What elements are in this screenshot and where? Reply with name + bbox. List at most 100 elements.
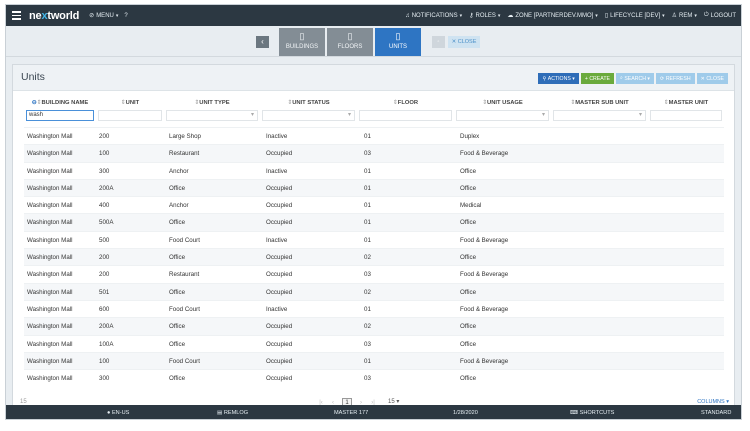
table-cell: 100A xyxy=(99,340,114,348)
table-cell: Washington Mall xyxy=(27,375,73,383)
user-icon: ♙ xyxy=(671,13,678,19)
table-cell: Washington Mall xyxy=(27,167,73,175)
table-cell: 200 xyxy=(99,271,110,279)
tab-units[interactable]: ▯ UNITS xyxy=(375,28,421,56)
hamburger-menu-icon[interactable] xyxy=(6,5,26,26)
column-header-unit-type[interactable]: ⇕UNIT TYPE xyxy=(164,98,260,126)
tab-count-badge[interactable]: ◦ xyxy=(432,36,445,48)
locale-button[interactable]: ● EN-US xyxy=(107,410,129,416)
column-header-master-unit[interactable]: ⇕MASTER UNIT xyxy=(648,98,724,126)
close-tabs-button[interactable]: ✕ CLOSE xyxy=(448,36,480,48)
table-cell: Large Shop xyxy=(169,133,201,140)
table-row[interactable]: Washington Mall 300 Anchor Inactive 01 Office xyxy=(24,161,724,179)
table-row[interactable]: Washington Mall 300 Office Occupied 03 Office xyxy=(24,369,724,386)
column-header-master-sub-unit[interactable]: ⇕MASTER SUB UNIT xyxy=(551,98,648,126)
column-header-building-name[interactable]: ⊖⇕BUILDING NAME wash xyxy=(24,98,96,126)
roles-button[interactable]: ⚷ ROLES ▾ xyxy=(469,12,500,20)
status-bar: ● EN-US ▤ REMLOG MASTER 177 1/28/2020 ⌨ … xyxy=(6,405,741,419)
unit-status-filter-select[interactable] xyxy=(262,110,355,121)
table-cell: Office xyxy=(169,184,186,192)
chevron-down-icon: ▾ xyxy=(645,75,651,82)
building-name-filter-input[interactable]: wash xyxy=(26,110,94,121)
table-cell: Washington Mall xyxy=(27,357,73,365)
table-row[interactable]: Washington Mall 500A Office Occupied 01 Offic… xyxy=(24,213,724,231)
table-row[interactable]: Washington Mall 100A Office Occupied 03 Offic… xyxy=(24,334,724,352)
logout-button[interactable]: ⏻ LOGOUT xyxy=(704,12,736,19)
table-row[interactable]: Washington Mall 100 Food Court Occupied 01 Fo… xyxy=(24,351,724,370)
close-button[interactable]: ✕ CLOSE xyxy=(696,73,728,84)
create-button[interactable]: + CREATE xyxy=(580,73,614,84)
table-cell: 200 xyxy=(99,133,110,140)
table-cell: 03 xyxy=(364,375,371,383)
table-row[interactable]: Washington Mall 400 Anchor Occupied 01 Medica… xyxy=(24,196,724,213)
table-cell: Office xyxy=(460,167,477,175)
column-header-unit-status[interactable]: ⇕UNIT STATUS xyxy=(260,98,357,126)
back-button[interactable]: ‹ xyxy=(256,36,269,48)
master-unit-filter-input[interactable] xyxy=(650,110,722,121)
table-cell: Food Court xyxy=(169,357,200,365)
table-cell: Office xyxy=(460,375,477,383)
table-row[interactable]: Washington Mall 100 Restaurant Occupied 03 Fo… xyxy=(24,144,724,162)
table-cell: Occupied xyxy=(266,184,293,192)
shortcuts-button[interactable]: ⌨ SHORTCUTS xyxy=(570,410,614,416)
table-cell: 200 xyxy=(99,254,110,262)
table-row[interactable]: Washington Mall 200A Office Occupied 01 Offic… xyxy=(24,178,724,197)
chevron-down-icon: ▾ xyxy=(570,75,575,82)
actions-button[interactable]: ⚲ ACTIONS ▾ xyxy=(538,73,579,84)
table-row[interactable]: Washington Mall 500 Food Court Inactive 01 Fo… xyxy=(24,230,724,248)
unit-type-filter-select[interactable] xyxy=(166,110,258,121)
table-cell: Washington Mall xyxy=(27,133,73,140)
document-icon: ▯ xyxy=(395,31,401,41)
table-row[interactable]: Washington Mall 200 Restaurant Occupied 03 Fo… xyxy=(24,265,724,282)
cloud-icon: ☁ xyxy=(507,13,514,19)
table-cell: Office xyxy=(169,219,186,227)
table-row[interactable]: Washington Mall 200 Large Shop Inactive 01 Du… xyxy=(24,127,724,144)
table-cell: 600 xyxy=(99,305,110,313)
tab-buildings[interactable]: ▯ BUILDINGS xyxy=(279,28,325,56)
unit-usage-filter-select[interactable] xyxy=(456,110,549,121)
table-cell: Inactive xyxy=(266,236,288,244)
unit-filter-input[interactable] xyxy=(98,110,162,121)
notifications-button[interactable]: ♫ NOTIFICATIONS ▾ xyxy=(405,13,462,19)
top-bar: nextworld ⊘ MENU ▾ ? ♫ NOTIFICATIONS ▾ ⚷ ROLE… xyxy=(6,5,741,26)
table-cell: 500 xyxy=(99,236,110,244)
table-cell: 100 xyxy=(99,357,110,365)
chevron-down-icon: ▾ xyxy=(662,12,665,19)
table-cell: Washington Mall xyxy=(27,219,73,227)
table-cell: 01 xyxy=(364,184,371,192)
table-cell: Anchor xyxy=(169,167,189,175)
column-header-unit-usage[interactable]: ⇕UNIT USAGE xyxy=(454,98,551,126)
table-cell: Occupied xyxy=(266,288,293,296)
zone-button[interactable]: ☁ ZONE [PARTNERDEV.MMO] ▾ xyxy=(507,12,597,20)
user-button[interactable]: ♙ REM ▾ xyxy=(671,12,697,20)
table-row[interactable]: Washington Mall 200 Office Occupied 02 Office xyxy=(24,248,724,266)
table-cell: 200A xyxy=(99,184,114,192)
table-row[interactable]: Washington Mall 600 Food Court Inactive 01 Fo… xyxy=(24,299,724,317)
table-cell: 300 xyxy=(99,167,110,175)
table-cell: 501 xyxy=(99,288,110,296)
table-cell: Washington Mall xyxy=(27,254,73,262)
master-sub-unit-filter-select[interactable] xyxy=(553,110,646,121)
table-cell: 400 xyxy=(99,202,110,210)
column-header-floor[interactable]: ⇕FLOOR xyxy=(357,98,454,126)
app-logo[interactable]: nextworld xyxy=(29,10,79,22)
search-button[interactable]: ⌕ SEARCH ▾ xyxy=(615,73,655,84)
table-cell: Restaurant xyxy=(169,150,200,158)
page-size-select[interactable]: 15 ▾ xyxy=(388,398,399,405)
table-cell: 01 xyxy=(364,167,371,175)
floor-filter-input[interactable] xyxy=(359,110,452,121)
table-cell: Office xyxy=(169,288,186,296)
log-button[interactable]: ▤ REMLOG xyxy=(217,410,248,416)
table-cell: 01 xyxy=(364,305,371,313)
help-button[interactable]: ? xyxy=(124,13,127,19)
menu-button[interactable]: ⊘ MENU ▾ xyxy=(89,12,118,20)
table-row[interactable]: Washington Mall 200A Office Occupied 02 Offic… xyxy=(24,317,724,335)
column-header-unit[interactable]: ⇕UNIT xyxy=(96,98,164,126)
table-row[interactable]: Washington Mall 501 Office Occupied 02 Office xyxy=(24,282,724,300)
refresh-button[interactable]: ⟳ REFRESH xyxy=(656,73,695,84)
lifecycle-button[interactable]: ▯ LIFECYCLE [DEV] ▾ xyxy=(605,12,665,20)
app-window: nextworld ⊘ MENU ▾ ? ♫ NOTIFICATIONS ▾ ⚷ ROLE… xyxy=(5,4,742,420)
tab-floors[interactable]: ▯ FLOORS xyxy=(327,28,373,56)
table-cell: Office xyxy=(460,219,477,227)
table-cell: 01 xyxy=(364,236,371,244)
